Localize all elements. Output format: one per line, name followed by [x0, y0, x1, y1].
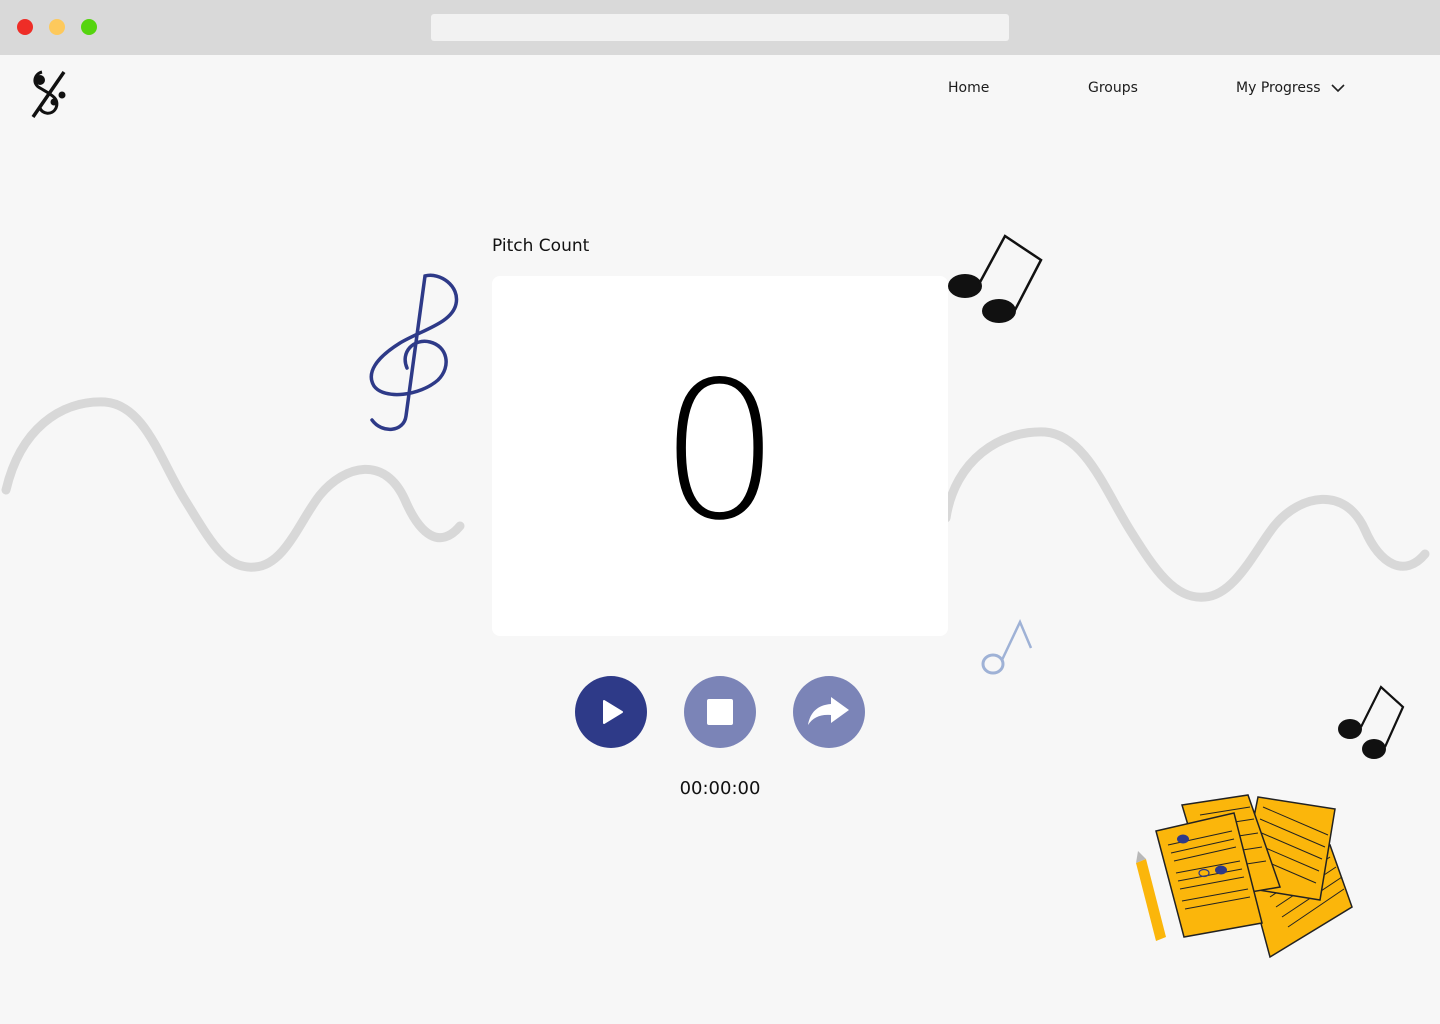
next-pitch-button[interactable] [793, 676, 865, 748]
nav-my-progress-dropdown[interactable]: My Progress [1236, 80, 1345, 96]
sheet-music-papers-icon [1136, 794, 1353, 959]
share-arrow-icon [808, 697, 849, 725]
close-window-button[interactable] [17, 19, 33, 35]
pitch-count-value: 0 [659, 341, 781, 562]
play-icon [603, 700, 623, 724]
app-logo-icon[interactable] [28, 68, 70, 120]
music-note-outline-icon [981, 618, 1033, 675]
browser-title-bar [0, 0, 1440, 55]
chevron-down-icon [1330, 84, 1345, 93]
nav-groups-link[interactable]: Groups [1088, 80, 1138, 96]
music-notes-small-icon [1338, 685, 1405, 759]
maximize-window-button[interactable] [81, 19, 97, 35]
music-notes-icon [948, 234, 1043, 323]
nav-home-link[interactable]: Home [948, 80, 989, 96]
play-button[interactable] [575, 676, 647, 748]
pitch-count-label: Pitch Count [492, 236, 590, 256]
address-bar[interactable] [431, 14, 1009, 41]
minimize-window-button[interactable] [49, 19, 65, 35]
stop-icon [707, 699, 733, 725]
nav-my-progress-label: My Progress [1236, 80, 1321, 96]
elapsed-timer: 00:00:00 [679, 778, 761, 799]
stop-button[interactable] [684, 676, 756, 748]
